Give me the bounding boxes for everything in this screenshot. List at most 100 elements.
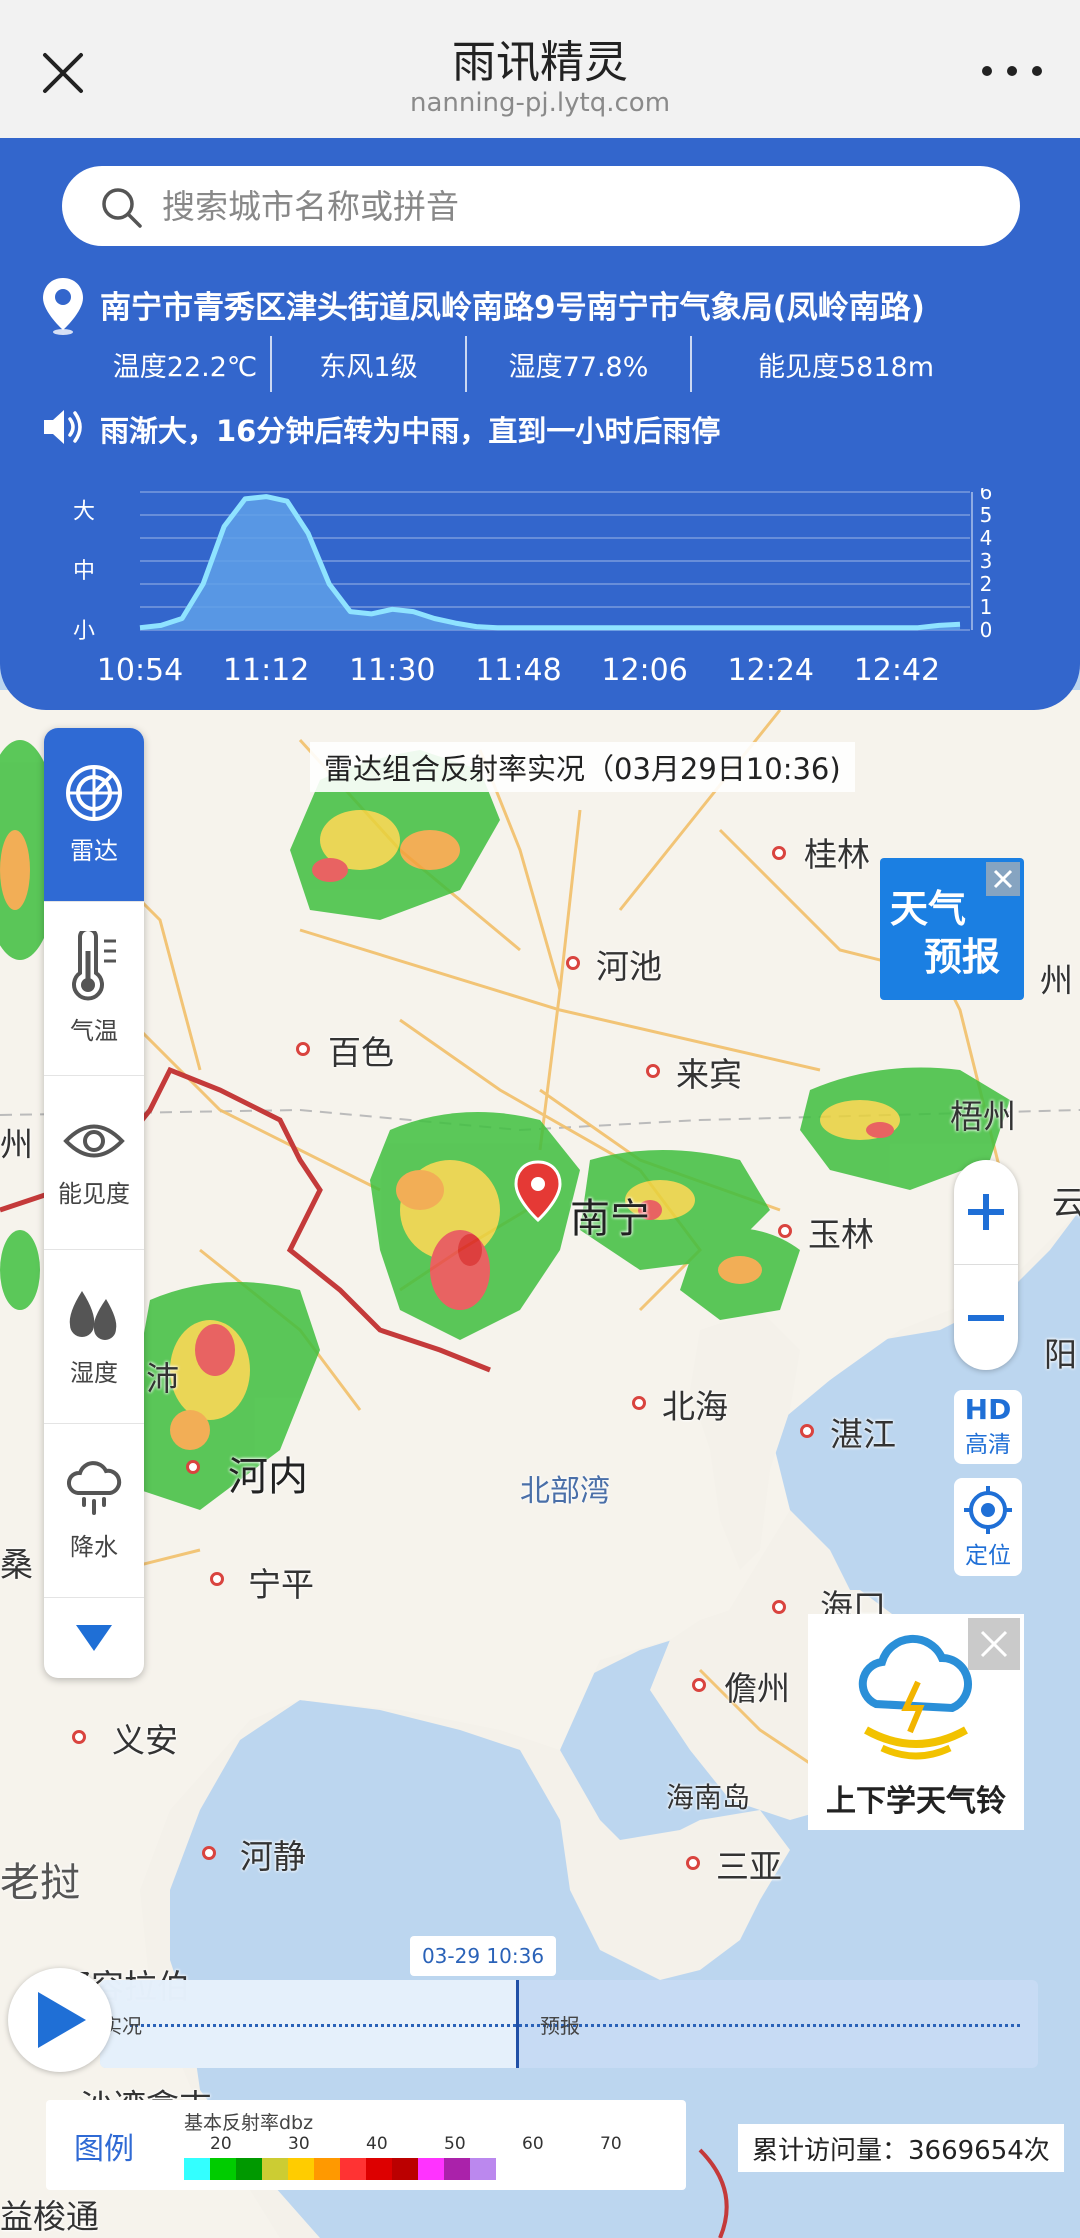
chart-y-tick: 3 <box>980 549 993 573</box>
zoom-out-button[interactable] <box>954 1265 1018 1370</box>
legend-swatch <box>470 2158 496 2180</box>
chart-x-tick: 12:42 <box>854 653 940 688</box>
island-hainan: 海南岛 <box>666 1781 751 1814</box>
legend-swatch <box>340 2158 366 2180</box>
legend-panel: 图例 基本反射率dbz 20 30 40 50 60 70 <box>46 2100 686 2190</box>
zoom-in-button[interactable] <box>954 1160 1018 1265</box>
city-edge-sang: 桑 <box>0 1545 33 1584</box>
chart-level-label: 小 <box>73 619 95 644</box>
visit-counter: 累计访问量：3669654次 <box>738 2124 1064 2172</box>
tool-precipitation[interactable]: 降水 <box>44 1424 144 1598</box>
ad1-line2: 预报 <box>924 935 1001 979</box>
city-ningping: 宁平 <box>248 1565 314 1604</box>
eye-icon <box>63 1124 125 1158</box>
stat-temperature: 温度22.2℃ <box>112 351 258 383</box>
city-edge-bottom3: 益梭通 <box>0 2197 99 2236</box>
city-zhanjiang: 湛江 <box>830 1415 896 1454</box>
tool-temperature-label: 气温 <box>70 1017 118 1045</box>
chart-x-tick: 11:48 <box>475 653 561 688</box>
city-edge-pei: 沛 <box>146 1359 179 1398</box>
ad2-text: 上下学天气铃 <box>826 1784 1006 1819</box>
crosshair-icon <box>964 1486 1012 1534</box>
tool-visibility[interactable]: 能见度 <box>44 1076 144 1250</box>
search-box[interactable] <box>62 166 1020 246</box>
location-pin-icon <box>43 278 83 335</box>
speaker-icon[interactable] <box>40 404 86 450</box>
zoom-control <box>954 1160 1018 1370</box>
tool-radar[interactable]: 雷达 <box>44 728 144 902</box>
city-hechi: 河池 <box>596 947 662 986</box>
legend-colorbar <box>184 2158 496 2180</box>
chart-y-tick: 6 <box>980 488 993 504</box>
city-yian: 义安 <box>112 1721 178 1760</box>
thermometer-icon <box>72 931 116 1001</box>
play-icon <box>38 1992 86 2048</box>
rain-forecast-text: 雨渐大，16分钟后转为中雨，直到一小时后雨停 <box>100 414 721 448</box>
city-dot-danzhou <box>692 1678 706 1692</box>
legend-swatch <box>236 2158 262 2180</box>
weather-stats: 温度22.2℃ 东风1级 湿度77.8% 能见度5818m <box>100 336 1000 396</box>
legend-tick: 60 <box>522 2134 544 2154</box>
chart-y-tick: 2 <box>980 572 993 596</box>
tool-humidity[interactable]: 湿度 <box>44 1250 144 1424</box>
legend-tick: 70 <box>600 2134 622 2154</box>
search-input[interactable] <box>162 166 982 246</box>
chart-level-label: 大 <box>73 499 95 524</box>
legend-swatch <box>210 2158 236 2180</box>
hd-label: HD <box>964 1393 1012 1426</box>
legend-title: 基本反射率dbz <box>184 2112 314 2134</box>
weather-forecast-ad[interactable]: 天气 预报 <box>880 858 1024 1000</box>
ad2-close-icon[interactable] <box>968 1618 1020 1670</box>
locate-button[interactable]: 定位 <box>954 1478 1022 1576</box>
city-laibin: 来宾 <box>676 1055 742 1094</box>
city-dot-yulin <box>778 1224 792 1238</box>
rain-cloud-icon <box>67 1461 122 1515</box>
city-dot-yian <box>72 1730 86 1744</box>
hd-sublabel: 高清 <box>965 1432 1011 1458</box>
play-button[interactable] <box>8 1968 112 2072</box>
ad1-close-icon[interactable] <box>986 862 1020 896</box>
tool-temperature[interactable]: 气温 <box>44 902 144 1076</box>
city-dot-baise <box>296 1042 310 1056</box>
chart-x-tick: 11:30 <box>349 653 435 688</box>
city-yulin: 玉林 <box>808 1215 874 1254</box>
country-laos: 老挝 <box>0 1860 80 1906</box>
timeline-current-time: 03-29 10:36 <box>410 1936 556 1976</box>
app-url: nanning-pj.lytq.com <box>409 88 671 118</box>
timeline-handle[interactable] <box>516 1980 519 2068</box>
city-edge-yang: 阳 <box>1044 1335 1077 1374</box>
city-baise: 百色 <box>328 1033 394 1072</box>
stat-wind: 东风1级 <box>270 336 465 392</box>
more-menu-icon[interactable] <box>982 56 1042 86</box>
map-title: 雷达组合反射率实况（03月29日10:36) <box>310 742 855 792</box>
stat-visibility: 能见度5818m <box>690 336 1000 392</box>
chart-x-tick: 12:24 <box>728 653 814 688</box>
chart-y-tick: 1 <box>980 595 993 619</box>
legend-button[interactable]: 图例 <box>74 2124 134 2168</box>
layer-toolbar: 雷达 气温 能见度 湿度 降水 <box>44 728 144 1678</box>
chart-y-tick: 0 <box>980 618 993 642</box>
radar-timeline[interactable]: 实况 预报 <box>100 1980 1038 2068</box>
sea-beibu: 北部湾 <box>520 1474 610 1509</box>
chart-x-tick: 12:06 <box>601 653 687 688</box>
hd-toggle[interactable]: HD 高清 <box>954 1390 1022 1464</box>
plus-icon <box>968 1194 1004 1230</box>
legend-tick: 30 <box>288 2134 310 2154</box>
toolbar-expand[interactable] <box>44 1598 144 1678</box>
tool-humidity-label: 湿度 <box>70 1359 118 1387</box>
legend-swatch <box>262 2158 288 2180</box>
city-edge-zhou: 州 <box>1040 961 1073 1000</box>
city-hanoi: 河内 <box>228 1454 308 1500</box>
city-sanya: 三亚 <box>716 1847 782 1886</box>
city-dot-hejing <box>202 1846 216 1860</box>
chart-x-tick: 11:12 <box>223 653 309 688</box>
school-weather-bell-ad[interactable]: 上下学天气铃 <box>808 1614 1024 1830</box>
city-guilin: 桂林 <box>804 835 870 874</box>
cloud-lightning-icon <box>858 1634 972 1760</box>
city-edge-yun: 云 <box>1052 1183 1080 1222</box>
city-dot-sanya <box>686 1856 700 1870</box>
app-title: 雨讯精灵 <box>452 37 628 88</box>
legend-swatch <box>392 2158 418 2180</box>
chart-x-tick: 10:54 <box>97 653 183 688</box>
triangle-down-icon <box>76 1625 112 1651</box>
